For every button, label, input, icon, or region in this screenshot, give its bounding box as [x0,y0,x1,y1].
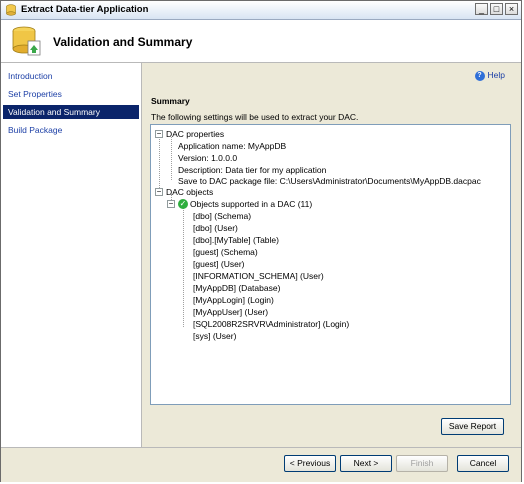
tree-node-property[interactable]: Description: Data tier for my applicatio… [178,165,326,175]
minimize-button[interactable]: _ [475,3,488,15]
previous-button[interactable]: < Previous [284,455,336,472]
tree-node-object[interactable]: [dbo].[MyTable] (Table) [193,235,279,245]
tree-node-object[interactable]: [guest] (User) [193,259,245,269]
save-report-button[interactable]: Save Report [441,418,504,435]
tree-node-object[interactable]: [sys] (User) [193,331,236,341]
tree-node-property[interactable]: Application name: MyAppDB [178,141,286,151]
nav-item-build-package[interactable]: Build Package [3,123,139,137]
title-bar[interactable]: Extract Data-tier Application _ □ × [1,1,521,20]
tree-node-property[interactable]: Version: 1.0.0.0 [178,153,237,163]
tree-node-object[interactable]: [INFORMATION_SCHEMA] (User) [193,271,324,281]
tree-node-object[interactable]: [MyAppUser] (User) [193,307,268,317]
collapse-objects-supported-icon[interactable]: − [167,200,175,208]
tree-node-object[interactable]: [dbo] (Schema) [193,211,251,221]
close-button[interactable]: × [505,3,518,15]
tree-node-object[interactable]: [guest] (Schema) [193,247,258,257]
nav-item-introduction[interactable]: Introduction [3,69,139,83]
tree-connector [183,207,184,327]
collapse-dac-objects-icon[interactable]: − [155,188,163,196]
tree-connector [171,137,172,180]
page-title: Validation and Summary [53,35,193,49]
help-label: Help [487,70,505,80]
app-database-icon [6,4,16,16]
summary-tree[interactable]: − DAC properties Application name: MyApp… [150,124,511,405]
nav-item-validation-summary[interactable]: Validation and Summary [3,105,139,119]
tree-node-property[interactable]: Save to DAC package file: C:\Users\Admin… [178,176,481,186]
help-link[interactable]: ? Help [474,70,505,81]
wizard-footer: < Previous Next > Finish Cancel [1,447,521,482]
success-check-icon: ✓ [178,199,188,209]
wizard-nav: Introduction Set Properties Validation a… [1,63,142,447]
summary-description: The following settings will be used to e… [151,112,359,122]
summary-heading: Summary [151,96,190,106]
finish-button[interactable]: Finish [396,455,448,472]
tree-node-objects-supported[interactable]: Objects supported in a DAC (11) [190,199,312,209]
next-button[interactable]: Next > [340,455,392,472]
tree-node-dac-properties[interactable]: DAC properties [166,129,224,139]
tree-node-dac-objects[interactable]: DAC objects [166,187,213,197]
wizard-header: Validation and Summary [1,20,521,63]
main-content: ? Help Summary The following settings wil… [142,63,521,447]
nav-item-set-properties[interactable]: Set Properties [3,87,139,101]
maximize-button[interactable]: □ [490,3,503,15]
tree-connector [159,137,160,192]
database-extract-icon [12,26,41,56]
extract-dac-wizard-window: Extract Data-tier Application _ □ × Vali… [0,0,522,482]
window-title: Extract Data-tier Application [21,4,149,15]
help-icon: ? [474,70,485,81]
tree-node-object[interactable]: [MyAppLogin] (Login) [193,295,274,305]
tree-node-object[interactable]: [SQL2008R2SRVR\Administrator] (Login) [193,319,349,329]
cancel-button[interactable]: Cancel [457,455,509,472]
tree-node-object[interactable]: [dbo] (User) [193,223,238,233]
collapse-dac-properties-icon[interactable]: − [155,130,163,138]
tree-node-object[interactable]: [MyAppDB] (Database) [193,283,280,293]
